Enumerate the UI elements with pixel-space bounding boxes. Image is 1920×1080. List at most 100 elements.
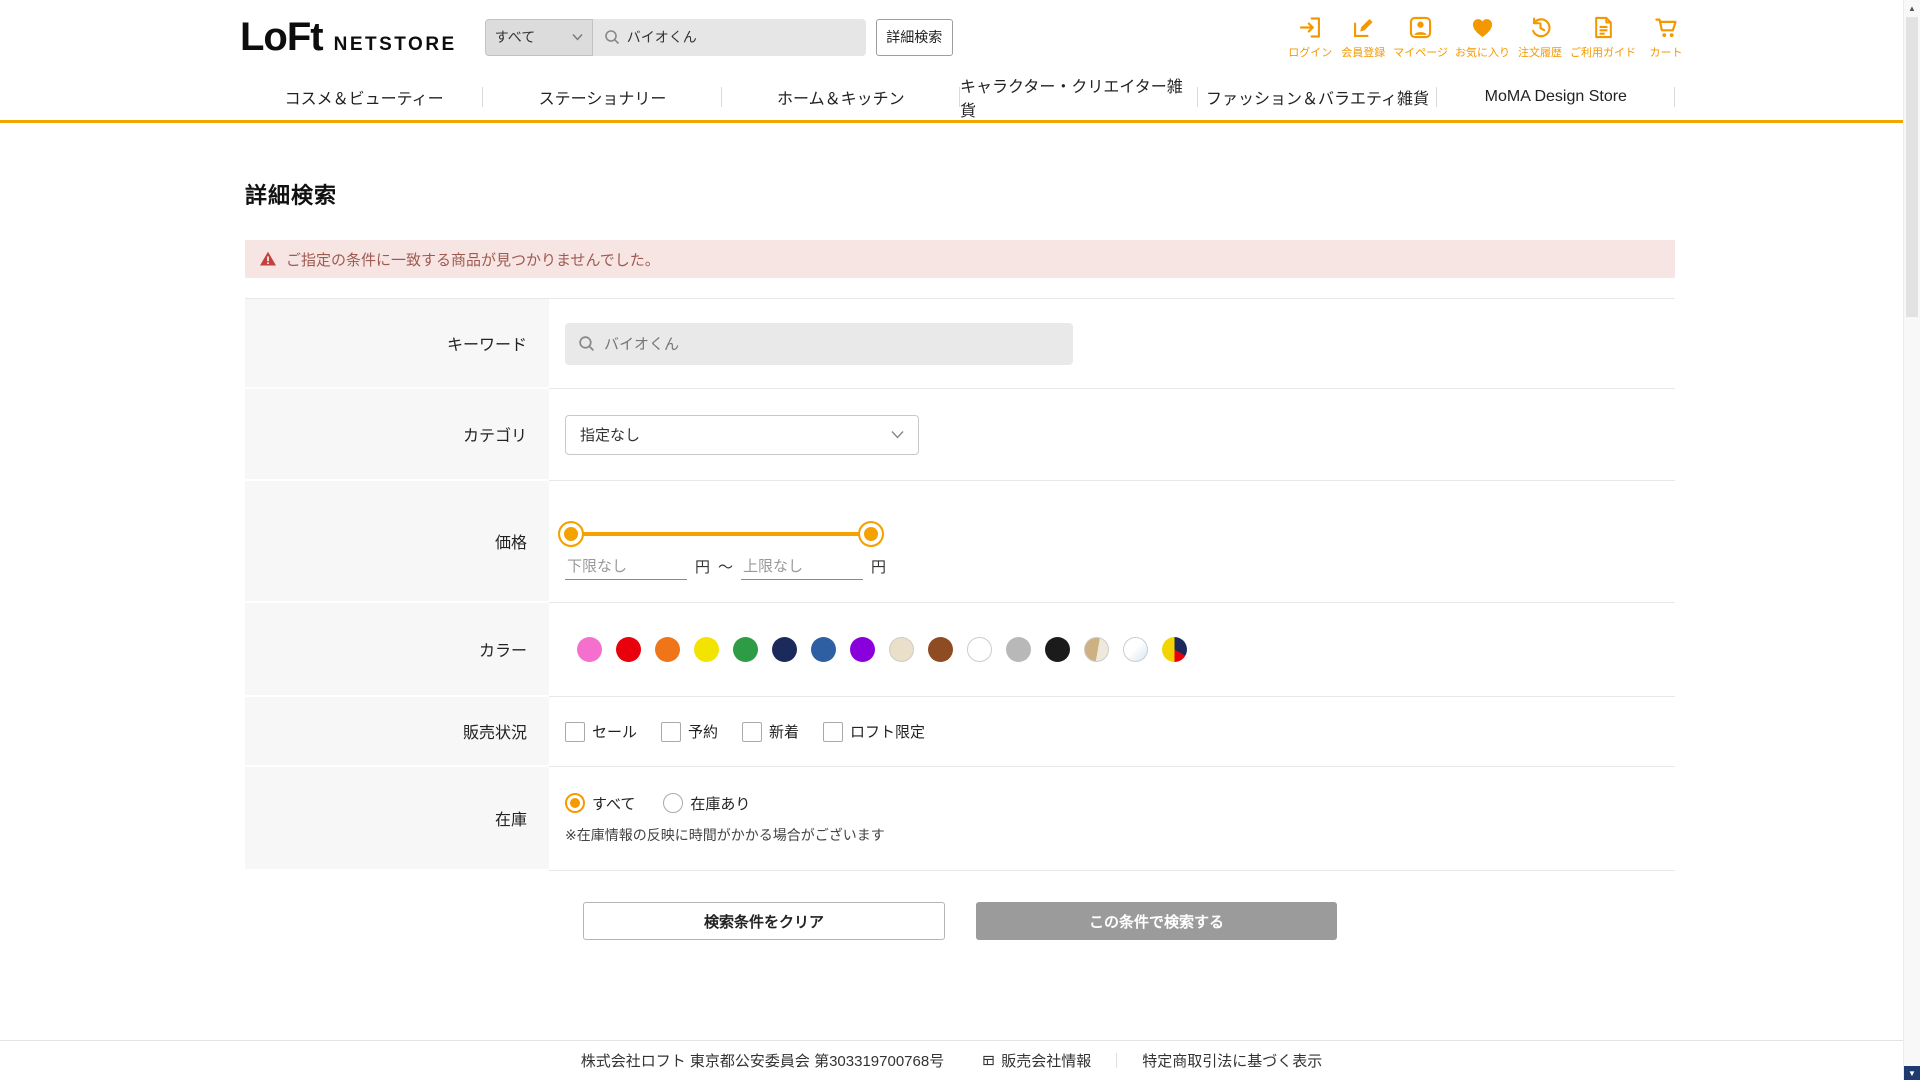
- radio-option-1[interactable]: 在庫あり: [663, 793, 750, 814]
- clear-conditions-button[interactable]: 検索条件をクリア: [583, 902, 945, 940]
- radio-option-0[interactable]: すべて: [565, 793, 635, 814]
- checkbox-option-1[interactable]: 予約: [661, 721, 718, 742]
- nav-item-1[interactable]: ステーショナリー: [483, 74, 722, 120]
- price-label: 価格: [245, 481, 549, 603]
- footer: 株式会社ロフト 東京都公安委員会 第303319700768号 販売会社情報 ｜…: [0, 1040, 1903, 1080]
- color-swatch-red[interactable]: [616, 637, 641, 662]
- header-quick-links: ログイン 会員登録 マイページ お気に入り 注文履歴 ご利用ガイド カート: [1287, 14, 1689, 60]
- search-icon: [604, 30, 619, 45]
- mypage-icon: [1409, 16, 1432, 39]
- legal-notice-link[interactable]: 特定商取引法に基づく表示: [1142, 1050, 1322, 1071]
- color-swatch-clear[interactable]: [1123, 637, 1148, 662]
- color-swatch-orange[interactable]: [655, 637, 680, 662]
- register-icon: [1353, 18, 1373, 38]
- checkbox-option-2[interactable]: 新着: [742, 721, 799, 742]
- price-range-separator: ～: [718, 559, 734, 576]
- nav-item-2[interactable]: ホーム＆キッチン: [722, 74, 961, 120]
- seller-info-link[interactable]: 販売会社情報: [982, 1050, 1091, 1071]
- login-label: ログイン: [1288, 47, 1333, 59]
- nav-item-5[interactable]: MoMA Design Store: [1437, 74, 1676, 120]
- price-range-slider[interactable]: [558, 520, 884, 548]
- checkbox-option-0[interactable]: セール: [565, 721, 637, 742]
- guide-label: ご利用ガイド: [1570, 47, 1636, 59]
- checkbox-option-3[interactable]: ロフト限定: [823, 721, 925, 742]
- login-link[interactable]: ログイン: [1287, 14, 1333, 60]
- login-icon: [1299, 17, 1320, 38]
- order-history-link[interactable]: 注文履歴: [1517, 14, 1563, 60]
- color-swatch-pink[interactable]: [577, 637, 602, 662]
- mypage-label: マイページ: [1393, 47, 1448, 59]
- checkbox-icon: [565, 721, 585, 742]
- color-swatch-black[interactable]: [1045, 637, 1070, 662]
- page-title: 詳細検索: [245, 183, 338, 208]
- form-row-category: カテゴリ 指定なし: [245, 389, 1675, 481]
- search-submit-button[interactable]: この条件で検索する: [976, 902, 1337, 940]
- color-swatch-gold[interactable]: [1084, 637, 1109, 662]
- nav-item-4[interactable]: ファッション＆バラエティ雑貨: [1198, 74, 1437, 120]
- category-select[interactable]: 指定なし: [565, 414, 919, 455]
- scrollbar-thumb[interactable]: [1906, 17, 1918, 317]
- checkbox-label: セール: [592, 724, 638, 741]
- loft-logo[interactable]: LoFt NETSTORE: [240, 15, 457, 60]
- cart-link[interactable]: カート: [1643, 14, 1689, 60]
- price-unit: 円: [871, 559, 887, 576]
- main-nav: コスメ＆ビューティー ステーショナリー ホーム＆キッチン キャラクター・クリエイター雑…: [0, 74, 1920, 123]
- price-slider-max-handle[interactable]: [858, 520, 884, 547]
- color-swatch-list: [577, 637, 1187, 662]
- cart-label: カート: [1649, 47, 1683, 59]
- favorites-link[interactable]: お気に入り: [1455, 14, 1510, 60]
- color-swatch-blue[interactable]: [811, 637, 836, 662]
- keyword-label: キーワード: [245, 299, 549, 389]
- price-min-input[interactable]: [565, 553, 687, 580]
- logo-netstore-text: NETSTORE: [333, 33, 457, 55]
- order-history-label: 注文履歴: [1518, 47, 1562, 59]
- chevron-down-icon: [891, 431, 904, 439]
- main-nav-list: コスメ＆ビューティー ステーショナリー ホーム＆キッチン キャラクター・クリエイター雑…: [245, 74, 1676, 120]
- scroll-down-arrow-icon[interactable]: ▼: [1904, 1066, 1920, 1080]
- register-link[interactable]: 会員登録: [1340, 14, 1386, 60]
- radio-label: すべて: [592, 795, 636, 813]
- color-swatch-brown[interactable]: [928, 637, 953, 662]
- main-content: 詳細検索 ご指定の条件に一致する商品が見つかりませんでした。 キーワード カテゴ…: [245, 178, 1675, 940]
- color-swatch-yellow[interactable]: [694, 637, 719, 662]
- color-swatch-multicolor[interactable]: [1162, 637, 1187, 662]
- checkbox-label: ロフト限定: [850, 724, 926, 741]
- alert-message: ご指定の条件に一致する商品が見つかりませんでした。: [286, 251, 660, 269]
- nav-item-0[interactable]: コスメ＆ビューティー: [245, 74, 484, 120]
- scrollbar[interactable]: ▲ ▼: [1903, 0, 1920, 1080]
- price-max-input[interactable]: [741, 553, 864, 580]
- search-icon: [579, 336, 595, 352]
- logo-loft-text: LoFt: [240, 14, 324, 59]
- detail-search-button[interactable]: 詳細検索: [875, 18, 953, 56]
- form-row-price: 価格 円 ～ 円: [245, 481, 1675, 603]
- mypage-link[interactable]: マイページ: [1393, 14, 1448, 60]
- radio-icon: [565, 793, 585, 813]
- price-slider-min-handle[interactable]: [558, 520, 584, 547]
- header-category-select[interactable]: すべて: [484, 18, 593, 56]
- nav-item-3[interactable]: キャラクター・クリエイター雑貨: [960, 74, 1199, 120]
- guide-icon: [1594, 16, 1612, 39]
- checkbox-icon: [661, 721, 682, 742]
- checkbox-label: 予約: [688, 724, 719, 741]
- color-swatch-purple[interactable]: [850, 637, 875, 662]
- color-swatch-green[interactable]: [733, 637, 758, 662]
- form-row-keyword: キーワード: [245, 299, 1675, 389]
- footer-separator: ｜: [1109, 1053, 1125, 1070]
- header-search-input[interactable]: [626, 29, 855, 45]
- radio-icon: [663, 793, 684, 813]
- color-swatch-navy[interactable]: [772, 637, 797, 662]
- color-swatch-beige[interactable]: [889, 637, 914, 662]
- guide-link[interactable]: ご利用ガイド: [1570, 14, 1636, 60]
- keyword-input[interactable]: [604, 335, 1060, 352]
- favorites-label: お気に入り: [1455, 47, 1510, 59]
- form-row-sales-status: 販売状況 セール 予約 新着 ロフト限定: [245, 697, 1675, 767]
- price-unit: 円: [695, 559, 711, 576]
- chevron-down-icon: [572, 34, 583, 41]
- scroll-up-arrow-icon[interactable]: ▲: [1904, 0, 1920, 16]
- color-swatch-white[interactable]: [967, 637, 992, 662]
- radio-label: 在庫あり: [690, 795, 751, 813]
- sales-status-options: セール 予約 新着 ロフト限定: [565, 721, 949, 742]
- category-selected-value: 指定なし: [580, 427, 641, 444]
- header-search-box: [592, 18, 866, 56]
- color-swatch-gray[interactable]: [1006, 637, 1031, 662]
